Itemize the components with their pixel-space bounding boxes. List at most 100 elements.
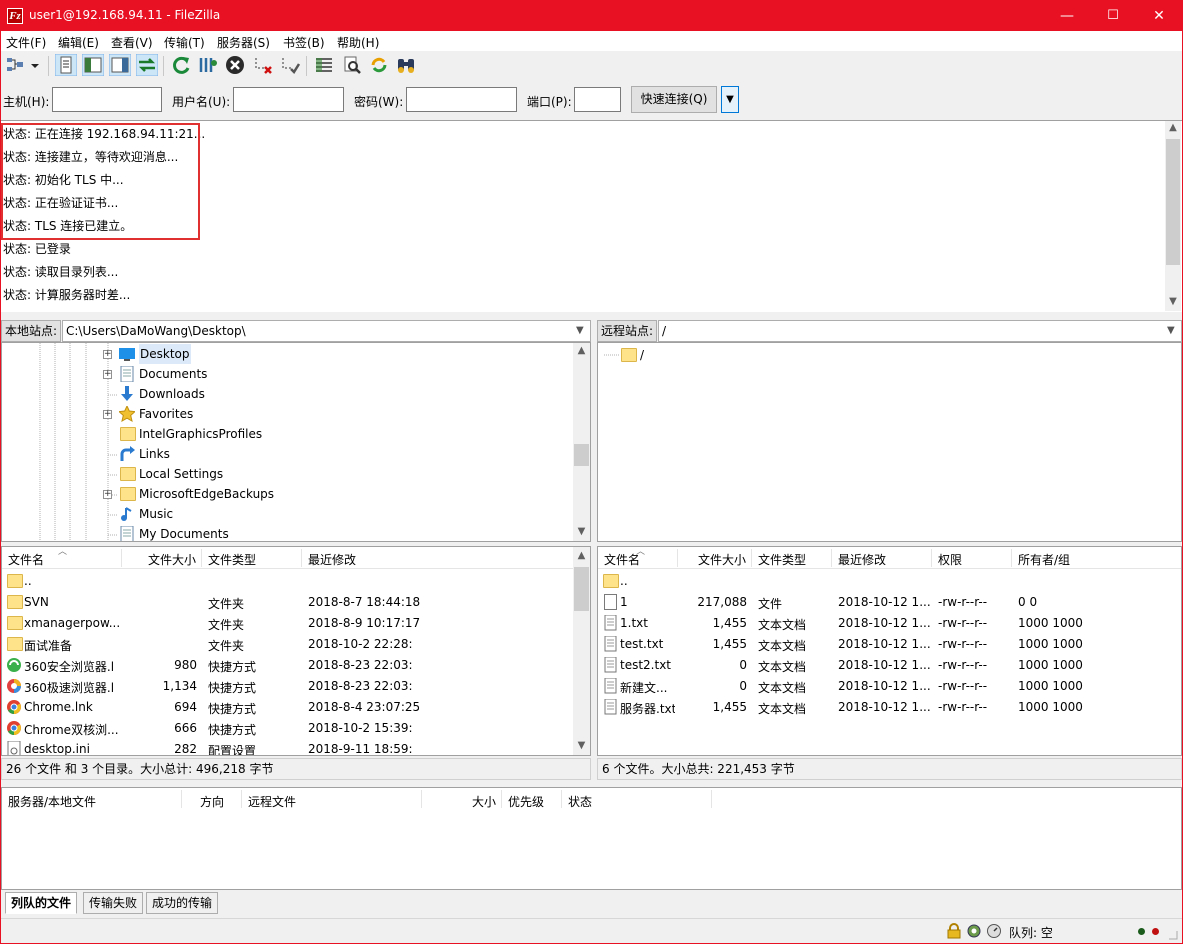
column-header-permissions[interactable]: 权限 [938, 551, 962, 568]
refresh-icon[interactable] [170, 54, 192, 76]
tree-item-music[interactable]: Music [2, 504, 574, 524]
menu-bookmarks[interactable]: 书签(B) [283, 34, 325, 51]
username-input[interactable] [233, 87, 344, 112]
column-divider[interactable] [421, 790, 422, 808]
tree-item-downloads[interactable]: Downloads [2, 384, 574, 404]
table-row[interactable]: 1.txt 1,455 文本文档 2018-10-12 1... -rw-r--… [598, 613, 1181, 634]
scroll-down-icon[interactable]: ▼ [1165, 296, 1181, 307]
toggle-local-tree-icon[interactable] [82, 54, 104, 76]
menu-view[interactable]: 查看(V) [111, 34, 153, 51]
column-header-server-local-file[interactable]: 服务器/本地文件 [8, 793, 96, 810]
table-row[interactable]: desktop.ini 282 配置设置 2018-9-11 18:59: [2, 739, 590, 755]
minimize-button[interactable]: — [1044, 1, 1090, 31]
column-divider[interactable] [561, 790, 562, 808]
toggle-compare-icon[interactable] [341, 54, 363, 76]
log-scrollbar[interactable]: ▲ ▼ [1165, 121, 1181, 311]
table-row[interactable]: 服务器.txt 1,455 文本文档 2018-10-12 1... -rw-r… [598, 697, 1181, 718]
tree-item-intelgraphicsprofiles[interactable]: IntelGraphicsProfiles [2, 424, 574, 444]
resize-grip-icon[interactable] [1167, 929, 1179, 941]
synchronized-browsing-icon[interactable] [368, 54, 390, 76]
remote-path-input[interactable]: / [658, 320, 1182, 342]
scroll-up-icon[interactable]: ▲ [1165, 122, 1181, 133]
directory-listing-filter-icon[interactable] [313, 54, 335, 76]
table-row[interactable]: xmanagerpow... 文件夹 2018-8-9 10:17:17 [2, 613, 590, 634]
menu-file[interactable]: 文件(F) [6, 34, 46, 51]
column-header-filename[interactable]: 文件名 [604, 551, 640, 568]
tree-item-local-settings[interactable]: Local Settings [2, 464, 574, 484]
tab-successful-transfers[interactable]: 成功的传输 [146, 892, 219, 914]
expand-icon[interactable]: + [103, 350, 112, 359]
lock-icon[interactable] [947, 923, 961, 939]
reconnect-icon[interactable] [279, 54, 301, 76]
column-header-filetype[interactable]: 文件类型 [208, 551, 256, 568]
gear-icon[interactable] [966, 923, 982, 939]
local-list-scrollbar[interactable]: ▲ ▼ [573, 547, 590, 755]
table-row[interactable]: SVN 文件夹 2018-8-7 18:44:18 [2, 592, 590, 613]
column-header-status[interactable]: 状态 [568, 793, 592, 810]
column-divider[interactable] [931, 549, 932, 567]
maximize-button[interactable]: ☐ [1090, 1, 1136, 31]
table-row[interactable]: 360极速浏览器.l 1,134 快捷方式 2018-8-23 22:03: [2, 676, 590, 697]
quickconnect-dropdown-icon[interactable]: ▼ [721, 86, 739, 113]
column-header-modified[interactable]: 最近修改 [838, 551, 886, 568]
tree-item-favorites[interactable]: + Favorites [2, 404, 574, 424]
close-button[interactable]: ✕ [1136, 1, 1182, 31]
column-header-priority[interactable]: 优先级 [508, 793, 544, 810]
column-header-filetype[interactable]: 文件类型 [758, 551, 806, 568]
column-divider[interactable] [1011, 549, 1012, 567]
column-divider[interactable] [301, 549, 302, 567]
port-input[interactable] [574, 87, 621, 112]
column-divider[interactable] [181, 790, 182, 808]
table-row[interactable]: 1 217,088 文件 2018-10-12 1... -rw-r--r-- … [598, 592, 1181, 613]
table-row[interactable]: Chrome.lnk 694 快捷方式 2018-8-4 23:07:25 [2, 697, 590, 718]
column-header-size[interactable]: 大小 [472, 793, 496, 810]
column-divider[interactable] [201, 549, 202, 567]
column-header-direction[interactable]: 方向 [200, 793, 224, 810]
scroll-up-icon[interactable]: ▲ [573, 550, 590, 561]
password-input[interactable] [406, 87, 517, 112]
scrollbar-thumb[interactable] [1166, 139, 1180, 265]
column-header-owner-group[interactable]: 所有者/组 [1018, 551, 1070, 568]
table-row[interactable]: 新建文... 0 文本文档 2018-10-12 1... -rw-r--r--… [598, 676, 1181, 697]
site-manager-icon[interactable] [4, 54, 26, 76]
column-divider[interactable] [751, 549, 752, 567]
column-divider[interactable] [121, 549, 122, 567]
column-divider[interactable] [241, 790, 242, 808]
column-divider[interactable] [501, 790, 502, 808]
menu-server[interactable]: 服务器(S) [217, 34, 270, 51]
column-divider[interactable] [677, 549, 678, 567]
speed-limit-icon[interactable] [986, 923, 1002, 939]
tree-item-links[interactable]: Links [2, 444, 574, 464]
table-row[interactable]: 面试准备 文件夹 2018-10-2 22:28: [2, 634, 590, 655]
disconnect-icon[interactable] [252, 54, 274, 76]
column-divider[interactable] [711, 790, 712, 808]
toggle-remote-tree-icon[interactable] [109, 54, 131, 76]
table-row[interactable]: .. [598, 571, 1181, 592]
column-header-filesize[interactable]: 文件大小 [698, 551, 746, 568]
table-row[interactable]: .. [2, 571, 590, 592]
scrollbar-thumb[interactable] [574, 444, 589, 466]
menu-transfer[interactable]: 传输(T) [164, 34, 205, 51]
dropdown-arrow-icon[interactable] [28, 54, 42, 76]
expand-icon[interactable]: + [103, 410, 112, 419]
search-files-icon[interactable] [395, 54, 417, 76]
tree-item-microsoftedgebackups[interactable]: + MicrosoftEdgeBackups [2, 484, 574, 504]
table-row[interactable]: Chrome双核浏... 666 快捷方式 2018-10-2 15:39: [2, 718, 590, 739]
tree-item-documents[interactable]: + Documents [2, 364, 574, 384]
remote-path-dropdown-icon[interactable]: ▼ [1167, 325, 1175, 336]
cancel-operation-icon[interactable] [224, 54, 246, 76]
column-header-modified[interactable]: 最近修改 [308, 551, 356, 568]
scroll-up-icon[interactable]: ▲ [573, 345, 590, 356]
scroll-down-icon[interactable]: ▼ [573, 526, 590, 537]
column-divider[interactable] [831, 549, 832, 567]
local-path-dropdown-icon[interactable]: ▼ [576, 325, 584, 336]
menu-help[interactable]: 帮助(H) [337, 34, 379, 51]
toggle-log-icon[interactable] [55, 54, 77, 76]
local-path-input[interactable]: C:\Users\DaMoWang\Desktop\ [62, 320, 591, 342]
expand-icon[interactable]: + [103, 370, 112, 379]
tree-item-desktop[interactable]: + Desktop [2, 344, 574, 364]
table-row[interactable]: 360安全浏览器.l 980 快捷方式 2018-8-23 22:03: [2, 655, 590, 676]
local-tree-scrollbar[interactable]: ▲ ▼ [573, 343, 590, 541]
column-header-filename[interactable]: 文件名 [8, 551, 44, 568]
quickconnect-button[interactable]: 快速连接(Q) [631, 86, 717, 113]
